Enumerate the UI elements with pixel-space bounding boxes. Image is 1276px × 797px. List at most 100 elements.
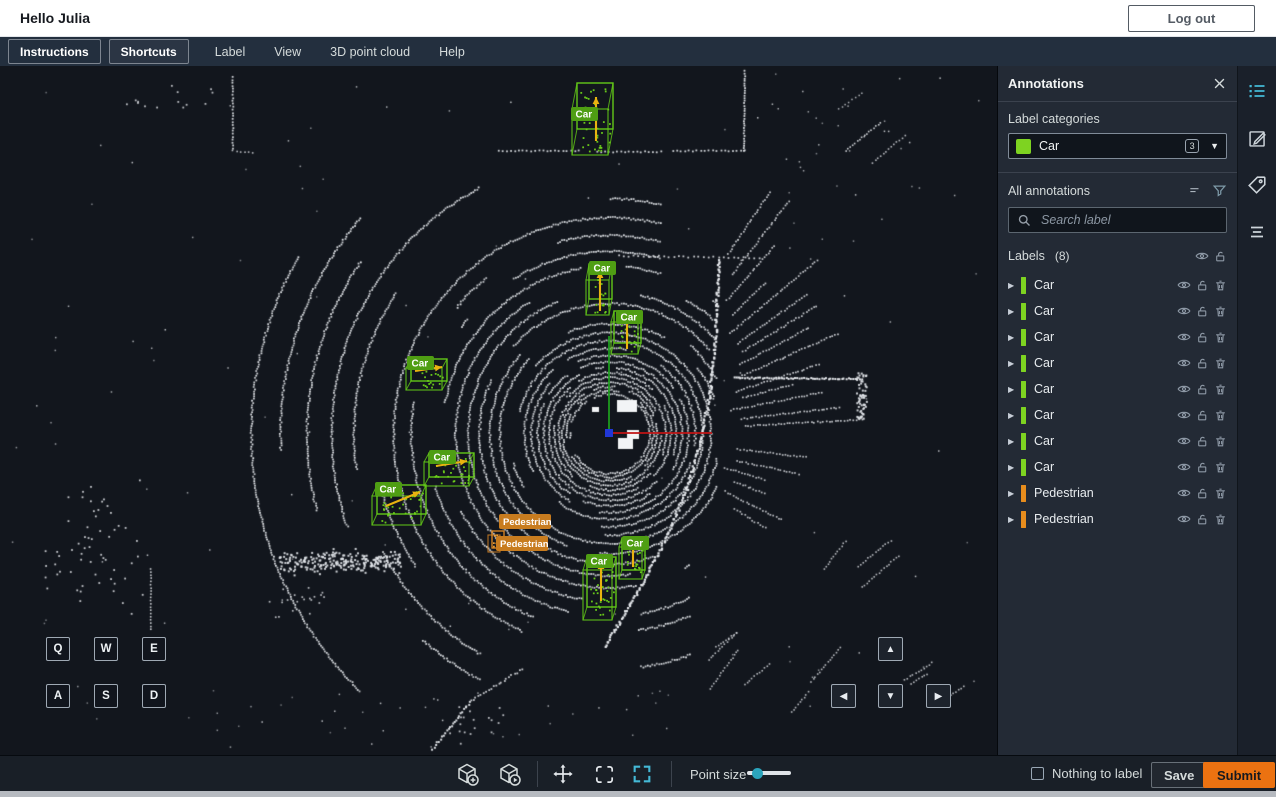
nav-down-button[interactable]: ▼ <box>878 684 903 708</box>
trash-icon[interactable] <box>1214 487 1227 500</box>
annotation-label-badge[interactable]: Car <box>589 261 616 275</box>
menu-view[interactable]: View <box>274 45 301 59</box>
lock-icon[interactable] <box>1196 461 1209 474</box>
nothing-to-label-checkbox[interactable] <box>1031 767 1044 780</box>
label-row[interactable]: ▶Car <box>1008 350 1227 376</box>
lock-icon[interactable] <box>1196 331 1209 344</box>
visibility-eye-icon[interactable] <box>1177 330 1191 344</box>
menu-lines-icon[interactable] <box>1247 221 1267 243</box>
cuboid-annotation[interactable]: Car <box>424 450 474 486</box>
visibility-eye-icon[interactable] <box>1177 356 1191 370</box>
label-row[interactable]: ▶Car <box>1008 376 1227 402</box>
trash-icon[interactable] <box>1214 513 1227 526</box>
nav-up-button[interactable]: ▲ <box>878 637 903 661</box>
label-row[interactable]: ▶Car <box>1008 298 1227 324</box>
visibility-eye-icon[interactable] <box>1177 408 1191 422</box>
point-size-slider[interactable] <box>747 766 791 781</box>
save-button[interactable]: Save <box>1151 762 1207 788</box>
cuboid-annotation[interactable]: Car <box>372 482 426 525</box>
menu-help[interactable]: Help <box>439 45 465 59</box>
trash-icon[interactable] <box>1214 279 1227 292</box>
nav-left-button[interactable]: ◀ <box>831 684 856 708</box>
label-row[interactable]: ▶Car <box>1008 402 1227 428</box>
add-cuboid-icon[interactable] <box>453 762 481 786</box>
expand-icon[interactable]: ▶ <box>1008 359 1021 368</box>
cuboid-next-frame-icon[interactable] <box>495 762 523 786</box>
label-row[interactable]: ▶Car <box>1008 324 1227 350</box>
trash-icon[interactable] <box>1214 461 1227 474</box>
visibility-eye-icon[interactable] <box>1177 486 1191 500</box>
expand-icon[interactable]: ▶ <box>1008 437 1021 446</box>
tag-icon[interactable] <box>1246 174 1268 196</box>
key-e-button[interactable]: E <box>142 637 166 661</box>
expand-icon[interactable]: ▶ <box>1008 333 1021 342</box>
label-row[interactable]: ▶Car <box>1008 272 1227 298</box>
close-icon[interactable] <box>1212 76 1227 91</box>
search-input[interactable] <box>1039 212 1218 228</box>
visibility-eye-icon[interactable] <box>1177 278 1191 292</box>
nav-right-button[interactable]: ▶ <box>926 684 951 708</box>
fullscreen-icon[interactable] <box>628 762 656 786</box>
trash-icon[interactable] <box>1214 409 1227 422</box>
sort-icon[interactable] <box>1187 184 1203 198</box>
label-row[interactable]: ▶Car <box>1008 454 1227 480</box>
cuboid-annotation[interactable]: Car <box>571 83 613 155</box>
toggle-all-lock-icon[interactable] <box>1214 250 1227 263</box>
annotation-label-badge[interactable]: Car <box>407 356 434 370</box>
lock-icon[interactable] <box>1196 279 1209 292</box>
cuboid-annotation[interactable]: Car <box>619 536 649 579</box>
annotation-label-badge[interactable]: Car <box>571 107 598 121</box>
shortcuts-button[interactable]: Shortcuts <box>109 39 189 64</box>
slider-knob[interactable] <box>752 768 763 779</box>
expand-icon[interactable]: ▶ <box>1008 515 1021 524</box>
label-row[interactable]: ▶Pedestrian <box>1008 506 1227 532</box>
move-icon[interactable] <box>549 762 577 786</box>
pedestrian-label-badge[interactable]: Pedestrian <box>496 536 549 551</box>
cuboid-annotation[interactable]: Car <box>611 310 643 354</box>
pedestrian-label-badge[interactable]: Pedestrian <box>499 514 552 529</box>
lock-icon[interactable] <box>1196 435 1209 448</box>
expand-icon[interactable]: ▶ <box>1008 489 1021 498</box>
trash-icon[interactable] <box>1214 305 1227 318</box>
fit-frame-icon[interactable] <box>590 762 618 786</box>
visibility-eye-icon[interactable] <box>1177 304 1191 318</box>
annotation-label-badge[interactable]: Car <box>429 450 456 464</box>
key-w-button[interactable]: W <box>94 637 118 661</box>
visibility-eye-icon[interactable] <box>1177 382 1191 396</box>
lock-icon[interactable] <box>1196 513 1209 526</box>
lock-icon[interactable] <box>1196 357 1209 370</box>
trash-icon[interactable] <box>1214 435 1227 448</box>
annotation-label-badge[interactable]: Car <box>586 554 613 568</box>
label-row[interactable]: ▶Car <box>1008 428 1227 454</box>
label-category-dropdown[interactable]: Car 3 ▼ <box>1008 133 1227 159</box>
annotation-label-badge[interactable]: Car <box>616 310 643 324</box>
visibility-eye-icon[interactable] <box>1177 434 1191 448</box>
expand-icon[interactable]: ▶ <box>1008 281 1021 290</box>
toggle-all-visibility-eye-icon[interactable] <box>1195 249 1209 263</box>
key-s-button[interactable]: S <box>94 684 118 708</box>
trash-icon[interactable] <box>1214 383 1227 396</box>
filter-icon[interactable] <box>1212 183 1227 198</box>
annotations-list-icon[interactable] <box>1246 80 1268 102</box>
expand-icon[interactable]: ▶ <box>1008 385 1021 394</box>
instructions-button[interactable]: Instructions <box>8 39 101 64</box>
annotation-label-badge[interactable]: Car <box>622 536 649 550</box>
cuboid-annotation[interactable]: Car <box>406 356 447 390</box>
edit-icon[interactable] <box>1247 127 1268 149</box>
expand-icon[interactable]: ▶ <box>1008 411 1021 420</box>
lock-icon[interactable] <box>1196 487 1209 500</box>
lock-icon[interactable] <box>1196 383 1209 396</box>
menu-3d-point-cloud[interactable]: 3D point cloud <box>330 45 410 59</box>
label-row[interactable]: ▶Pedestrian <box>1008 480 1227 506</box>
cuboid-annotation[interactable]: Car <box>583 554 616 620</box>
annotation-label-badge[interactable]: Car <box>375 482 402 496</box>
trash-icon[interactable] <box>1214 357 1227 370</box>
search-box[interactable] <box>1008 207 1227 233</box>
expand-icon[interactable]: ▶ <box>1008 307 1021 316</box>
expand-icon[interactable]: ▶ <box>1008 463 1021 472</box>
key-d-button[interactable]: D <box>142 684 166 708</box>
lock-icon[interactable] <box>1196 409 1209 422</box>
logout-button[interactable]: Log out <box>1128 5 1255 32</box>
key-a-button[interactable]: A <box>46 684 70 708</box>
key-q-button[interactable]: Q <box>46 637 70 661</box>
